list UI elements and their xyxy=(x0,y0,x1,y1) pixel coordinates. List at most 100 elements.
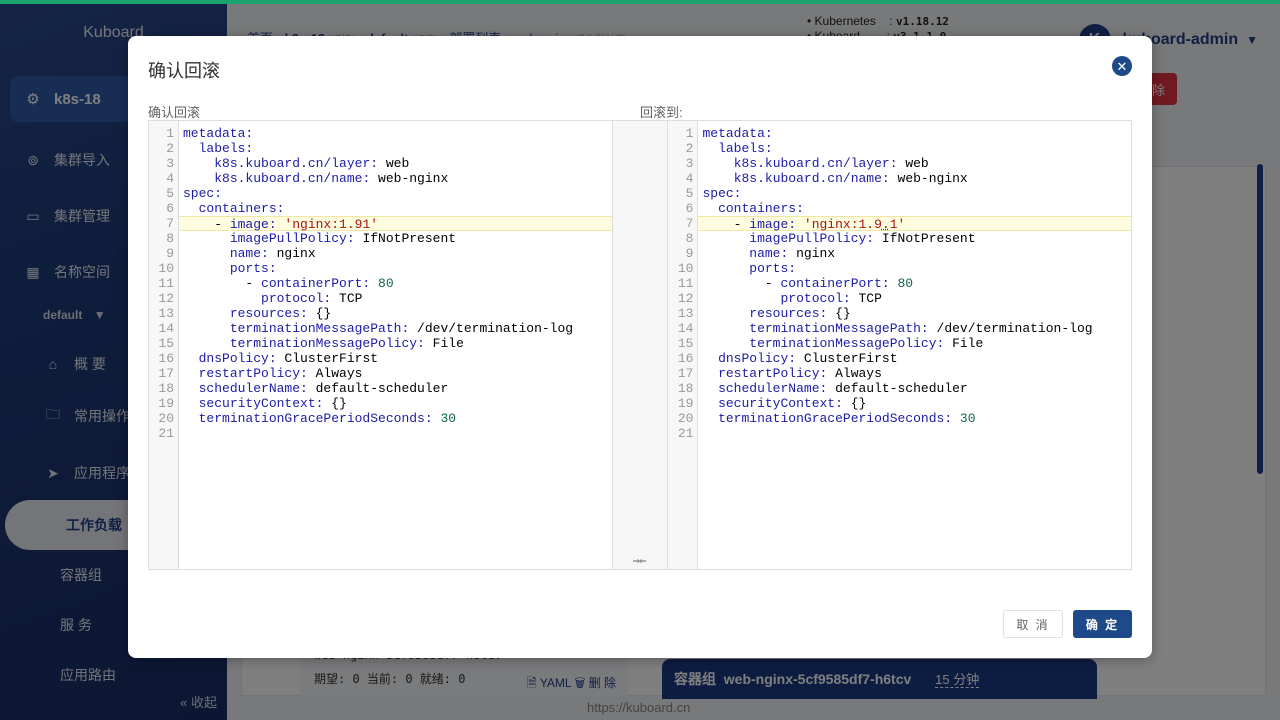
line-number: 17 xyxy=(158,366,174,381)
line-number: 16 xyxy=(677,351,694,366)
code-line: ports: xyxy=(229,261,277,276)
code-line: k8s.kuboard.cn/name: web-nginx xyxy=(733,171,968,186)
confirm-button[interactable]: 确 定 xyxy=(1073,610,1132,638)
close-button[interactable]: ✕ xyxy=(1112,56,1132,76)
line-number: 4 xyxy=(166,171,174,186)
line-number: 19 xyxy=(677,396,694,411)
line-number: 13 xyxy=(677,306,694,321)
line-number: 15 xyxy=(677,336,694,351)
line-number: 15 xyxy=(158,336,174,351)
code-line: terminationGracePeriodSeconds: 30 xyxy=(198,411,457,426)
code-line: restartPolicy: Always xyxy=(198,366,363,381)
line-number: 18 xyxy=(677,381,694,396)
line-number: 9 xyxy=(166,246,174,261)
code-line: k8s.kuboard.cn/layer: web xyxy=(733,156,929,171)
code-line: labels: xyxy=(718,141,773,156)
left-editor[interactable]: 1 2 3 4 5 6 7 8 9 10 11 12 13 14 15 16 17 18 19 20 21 metada… xyxy=(149,121,612,569)
left-pane-label: 确认回滚 xyxy=(148,105,201,120)
line-number: 7 xyxy=(685,216,694,231)
code-line: terminationMessagePolicy: File xyxy=(749,336,984,351)
code-line: labels: xyxy=(198,141,254,156)
code-line: securityContext: {} xyxy=(718,396,867,411)
line-number: 21 xyxy=(158,426,174,441)
dialog-title: 确认回滚 xyxy=(148,61,220,81)
code-line: schedulerName: default-scheduler xyxy=(198,381,449,396)
rollback-dialog: 确认回滚 ✕ 确认回滚 回滚到: 1 2 3 4 5 6 7 8 9 10 11 12 13 14 15 16… xyxy=(128,36,1152,658)
code-line: k8s.kuboard.cn/layer: web xyxy=(214,156,410,171)
code-line: metadata: xyxy=(183,126,254,141)
line-number: 8 xyxy=(685,231,694,246)
line-number: 11 xyxy=(677,276,694,291)
code-line: - image: 'nginx:1.91' xyxy=(179,216,612,232)
line-number: 12 xyxy=(158,291,174,306)
code-line: resources: {} xyxy=(749,306,851,321)
merge-gap: ⇒⇐ xyxy=(611,121,669,569)
line-number: 16 xyxy=(158,351,174,366)
code-line: spec: xyxy=(183,186,223,201)
line-number: 5 xyxy=(166,186,174,201)
code-area[interactable]: metadata: labels: k8s.kuboard.cn/layer: … xyxy=(179,121,612,569)
line-number: 6 xyxy=(166,201,174,216)
right-editor[interactable]: 1 2 3 4 5 6 7 8 9 10 11 12 13 14 15 16 17 18 19 20 21 metada… xyxy=(668,121,1131,569)
code-line: ports: xyxy=(749,261,797,276)
code-line: terminationMessagePath: /dev/termination… xyxy=(229,321,574,336)
code-line: - containerPort: 80 xyxy=(183,276,394,291)
line-number: 3 xyxy=(166,156,174,171)
line-number: 18 xyxy=(158,381,174,396)
cancel-button[interactable]: 取 消 xyxy=(1003,610,1063,638)
revert-arrow-icon[interactable]: ⇒⇐ xyxy=(633,556,647,567)
code-line: dnsPolicy: ClusterFirst xyxy=(198,351,379,366)
line-number: 1 xyxy=(166,126,174,141)
code-line: - image: 'nginx:1.9.1' xyxy=(698,216,1131,232)
code-line: containers: xyxy=(198,201,285,216)
line-number: 19 xyxy=(158,396,174,411)
code-line: dnsPolicy: ClusterFirst xyxy=(718,351,898,366)
code-line: containers: xyxy=(718,201,804,216)
line-number-gutter: 1 2 3 4 5 6 7 8 9 10 11 12 13 14 15 16 17 18 19 20 21 xyxy=(668,121,699,569)
line-number: 14 xyxy=(677,321,694,336)
line-number: 7 xyxy=(166,216,174,231)
code-line: k8s.kuboard.cn/name: web-nginx xyxy=(214,171,449,186)
line-number-gutter: 1 2 3 4 5 6 7 8 9 10 11 12 13 14 15 16 17 18 19 20 21 xyxy=(149,121,179,569)
code-line: terminationMessagePath: /dev/termination… xyxy=(749,321,1093,336)
code-line: restartPolicy: Always xyxy=(718,366,882,381)
code-line: resources: {} xyxy=(229,306,332,321)
line-number: 10 xyxy=(677,261,694,276)
line-number: 20 xyxy=(158,411,174,426)
line-number: 2 xyxy=(166,141,174,156)
line-number: 4 xyxy=(685,171,694,186)
code-line: name: nginx xyxy=(229,246,316,261)
line-number: 20 xyxy=(677,411,694,426)
line-number: 1 xyxy=(685,126,694,141)
right-pane-label: 回滚到: xyxy=(640,105,683,120)
code-line: securityContext: {} xyxy=(198,396,347,411)
code-line: protocol: TCP xyxy=(261,291,363,306)
code-line: imagePullPolicy: IfNotPresent xyxy=(749,231,976,246)
line-number: 13 xyxy=(158,306,174,321)
close-icon: ✕ xyxy=(1116,58,1128,74)
code-line: name: nginx xyxy=(749,246,836,261)
code-line: metadata: xyxy=(702,126,773,141)
code-line: protocol: TCP xyxy=(780,291,882,306)
code-line: - containerPort: 80 xyxy=(702,276,914,291)
line-number: 6 xyxy=(685,201,694,216)
line-number: 10 xyxy=(158,261,174,276)
code-line: spec: xyxy=(702,186,742,201)
line-number: 9 xyxy=(685,246,694,261)
code-area[interactable]: metadata: labels: k8s.kuboard.cn/layer: … xyxy=(698,121,1131,569)
line-number: 12 xyxy=(677,291,694,306)
code-line: schedulerName: default-scheduler xyxy=(718,381,968,396)
code-line: terminationMessagePolicy: File xyxy=(229,336,464,351)
line-number: 2 xyxy=(685,141,694,156)
line-number: 17 xyxy=(677,366,694,381)
code-line: imagePullPolicy: IfNotPresent xyxy=(229,231,457,246)
line-number: 8 xyxy=(166,231,174,246)
code-line: terminationGracePeriodSeconds: 30 xyxy=(718,411,976,426)
line-number: 3 xyxy=(685,156,694,171)
line-number: 14 xyxy=(158,321,174,336)
line-number: 5 xyxy=(685,186,694,201)
line-number: 11 xyxy=(158,276,174,291)
diff-merge-view: 1 2 3 4 5 6 7 8 9 10 11 12 13 14 15 16 17 18 19 20 21 metada… xyxy=(148,120,1132,570)
